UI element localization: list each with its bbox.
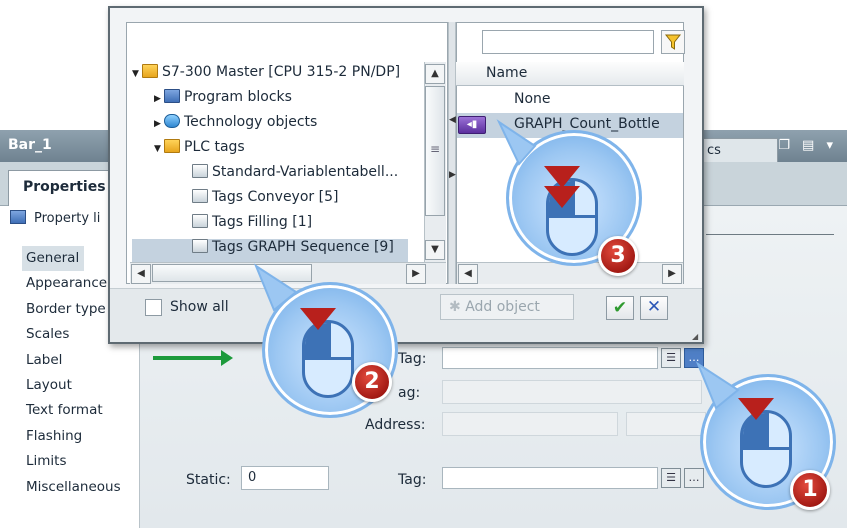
- tree-item-standard-table[interactable]: Standard-Variablentabell...: [132, 164, 424, 189]
- click-arrow-icon: [738, 398, 774, 420]
- window-controls-icon[interactable]: ❐ ▤ ▾: [778, 138, 837, 153]
- click-arrow-icon: [544, 186, 580, 208]
- click-arrow-icon: [544, 166, 580, 188]
- list-header: Name: [456, 62, 684, 86]
- expand-arrow-icon[interactable]: ▼: [132, 69, 142, 79]
- address-label: Address:: [365, 417, 426, 433]
- scroll-right-icon[interactable]: ▶: [662, 264, 682, 284]
- show-all-checkbox[interactable]: [145, 299, 162, 316]
- tree-item-plc-tags[interactable]: ▼ PLC tags: [132, 139, 424, 164]
- tag-field-2: [442, 380, 702, 404]
- section-divider: [706, 234, 834, 235]
- green-arrow-head-icon: [221, 350, 233, 366]
- cancel-button[interactable]: ✕: [640, 296, 668, 320]
- filter-icon: [664, 34, 682, 50]
- property-list-label: Property li: [34, 211, 101, 226]
- step-badge-2: 2: [352, 362, 392, 402]
- scroll-right-icon[interactable]: ▶: [406, 264, 426, 284]
- green-arrow-icon: [153, 356, 223, 360]
- tag-table-icon: [192, 214, 208, 228]
- list-item-none[interactable]: None: [457, 88, 683, 113]
- scroll-left-icon[interactable]: ◀: [131, 264, 151, 284]
- pane-splitter[interactable]: [448, 22, 456, 284]
- expand-arrow-icon[interactable]: ▼: [154, 144, 164, 154]
- scroll-down-icon[interactable]: ▼: [425, 240, 445, 260]
- tag-label-2: ag:: [398, 385, 421, 401]
- tree-item-plc[interactable]: ▼ S7-300 Master [CPU 315-2 PN/DP]: [132, 64, 424, 89]
- blocks-icon: [164, 89, 180, 103]
- tab-properties[interactable]: Properties: [8, 170, 112, 206]
- click-arrow-icon: [300, 308, 336, 330]
- scroll-up-icon[interactable]: ▲: [425, 64, 445, 84]
- nav-item-flashing[interactable]: Flashing: [22, 424, 140, 449]
- nav-item-layout[interactable]: Layout: [22, 373, 140, 398]
- tag-label-1: Tag:: [398, 351, 427, 367]
- list-header-name[interactable]: Name: [486, 65, 527, 81]
- tag-icon: ◂▮: [458, 116, 486, 134]
- list-icon: ☰: [666, 351, 676, 364]
- folder-icon: [164, 139, 180, 153]
- splitter-right-icon[interactable]: ▶: [449, 170, 456, 180]
- show-all-label: Show all: [170, 299, 229, 315]
- list-icon: ☰: [666, 471, 676, 484]
- ellipsis-icon: …: [688, 471, 700, 484]
- tree-item-tags-conveyor[interactable]: Tags Conveyor [5]: [132, 189, 424, 214]
- confirm-button[interactable]: ✔: [606, 296, 634, 320]
- screen: Bar_1 ❐ ▤ ▾ cs Properties Property li Ge…: [0, 0, 847, 528]
- static-label: Static:: [186, 472, 231, 488]
- check-icon: ✔: [612, 298, 628, 318]
- tree-item-tags-graph-sequence[interactable]: Tags GRAPH Sequence [9]: [132, 239, 408, 264]
- technology-icon: [164, 114, 180, 128]
- address-field: [442, 412, 618, 436]
- tree-item-tags-filling[interactable]: Tags Filling [1]: [132, 214, 424, 239]
- add-object-button[interactable]: ✱ Add object: [440, 294, 574, 320]
- filter-input[interactable]: [482, 30, 654, 54]
- tag-field-3[interactable]: [442, 467, 658, 489]
- nav-item-label[interactable]: Label: [22, 348, 140, 373]
- nav-item-miscellaneous[interactable]: Miscellaneous: [22, 475, 140, 500]
- step-badge-1: 1: [790, 470, 830, 510]
- collapse-arrow-icon[interactable]: ▶: [154, 119, 164, 129]
- tag-table-icon: [192, 239, 208, 253]
- tag-list-button-1[interactable]: ☰: [661, 348, 681, 368]
- tag-label-3: Tag:: [398, 472, 427, 488]
- property-list-icon: [10, 210, 26, 224]
- tag-table-icon: [192, 164, 208, 178]
- tree-item-technology-objects[interactable]: ▶ Technology objects: [132, 114, 424, 139]
- scroll-left-icon[interactable]: ◀: [458, 264, 478, 284]
- nav-item-limits[interactable]: Limits: [22, 449, 140, 474]
- window-title: Bar_1: [8, 137, 52, 153]
- nav-item-text-format[interactable]: Text format: [22, 398, 140, 423]
- filter-button[interactable]: [661, 30, 685, 54]
- tree-item-program-blocks[interactable]: ▶ Program blocks: [132, 89, 424, 114]
- collapse-arrow-icon[interactable]: ▶: [154, 94, 164, 104]
- tag-tree-rows: ▼ S7-300 Master [CPU 315-2 PN/DP] ▶ Progra…: [132, 64, 424, 264]
- tag-field-1[interactable]: [442, 347, 658, 369]
- close-icon: ✕: [646, 297, 662, 317]
- nav-item-general[interactable]: General: [22, 246, 84, 272]
- splitter-left-icon[interactable]: ◀: [449, 115, 456, 125]
- mouse-icon: [302, 320, 354, 398]
- add-object-icon: ✱: [449, 299, 461, 315]
- resize-grip-icon[interactable]: ◢: [692, 332, 698, 341]
- step-badge-3: 3: [598, 236, 638, 276]
- tag-table-icon: [192, 189, 208, 203]
- folder-icon: [142, 64, 158, 78]
- mouse-icon: [740, 410, 792, 488]
- tag-list-button-3[interactable]: ☰: [661, 468, 681, 488]
- static-value-field[interactable]: 0: [241, 466, 329, 490]
- property-list-row[interactable]: Property li: [10, 210, 100, 226]
- tree-scroll-thumb[interactable]: ≡: [425, 86, 445, 216]
- tab-partial[interactable]: cs: [700, 138, 778, 162]
- tag-browse-button-3[interactable]: …: [684, 468, 704, 488]
